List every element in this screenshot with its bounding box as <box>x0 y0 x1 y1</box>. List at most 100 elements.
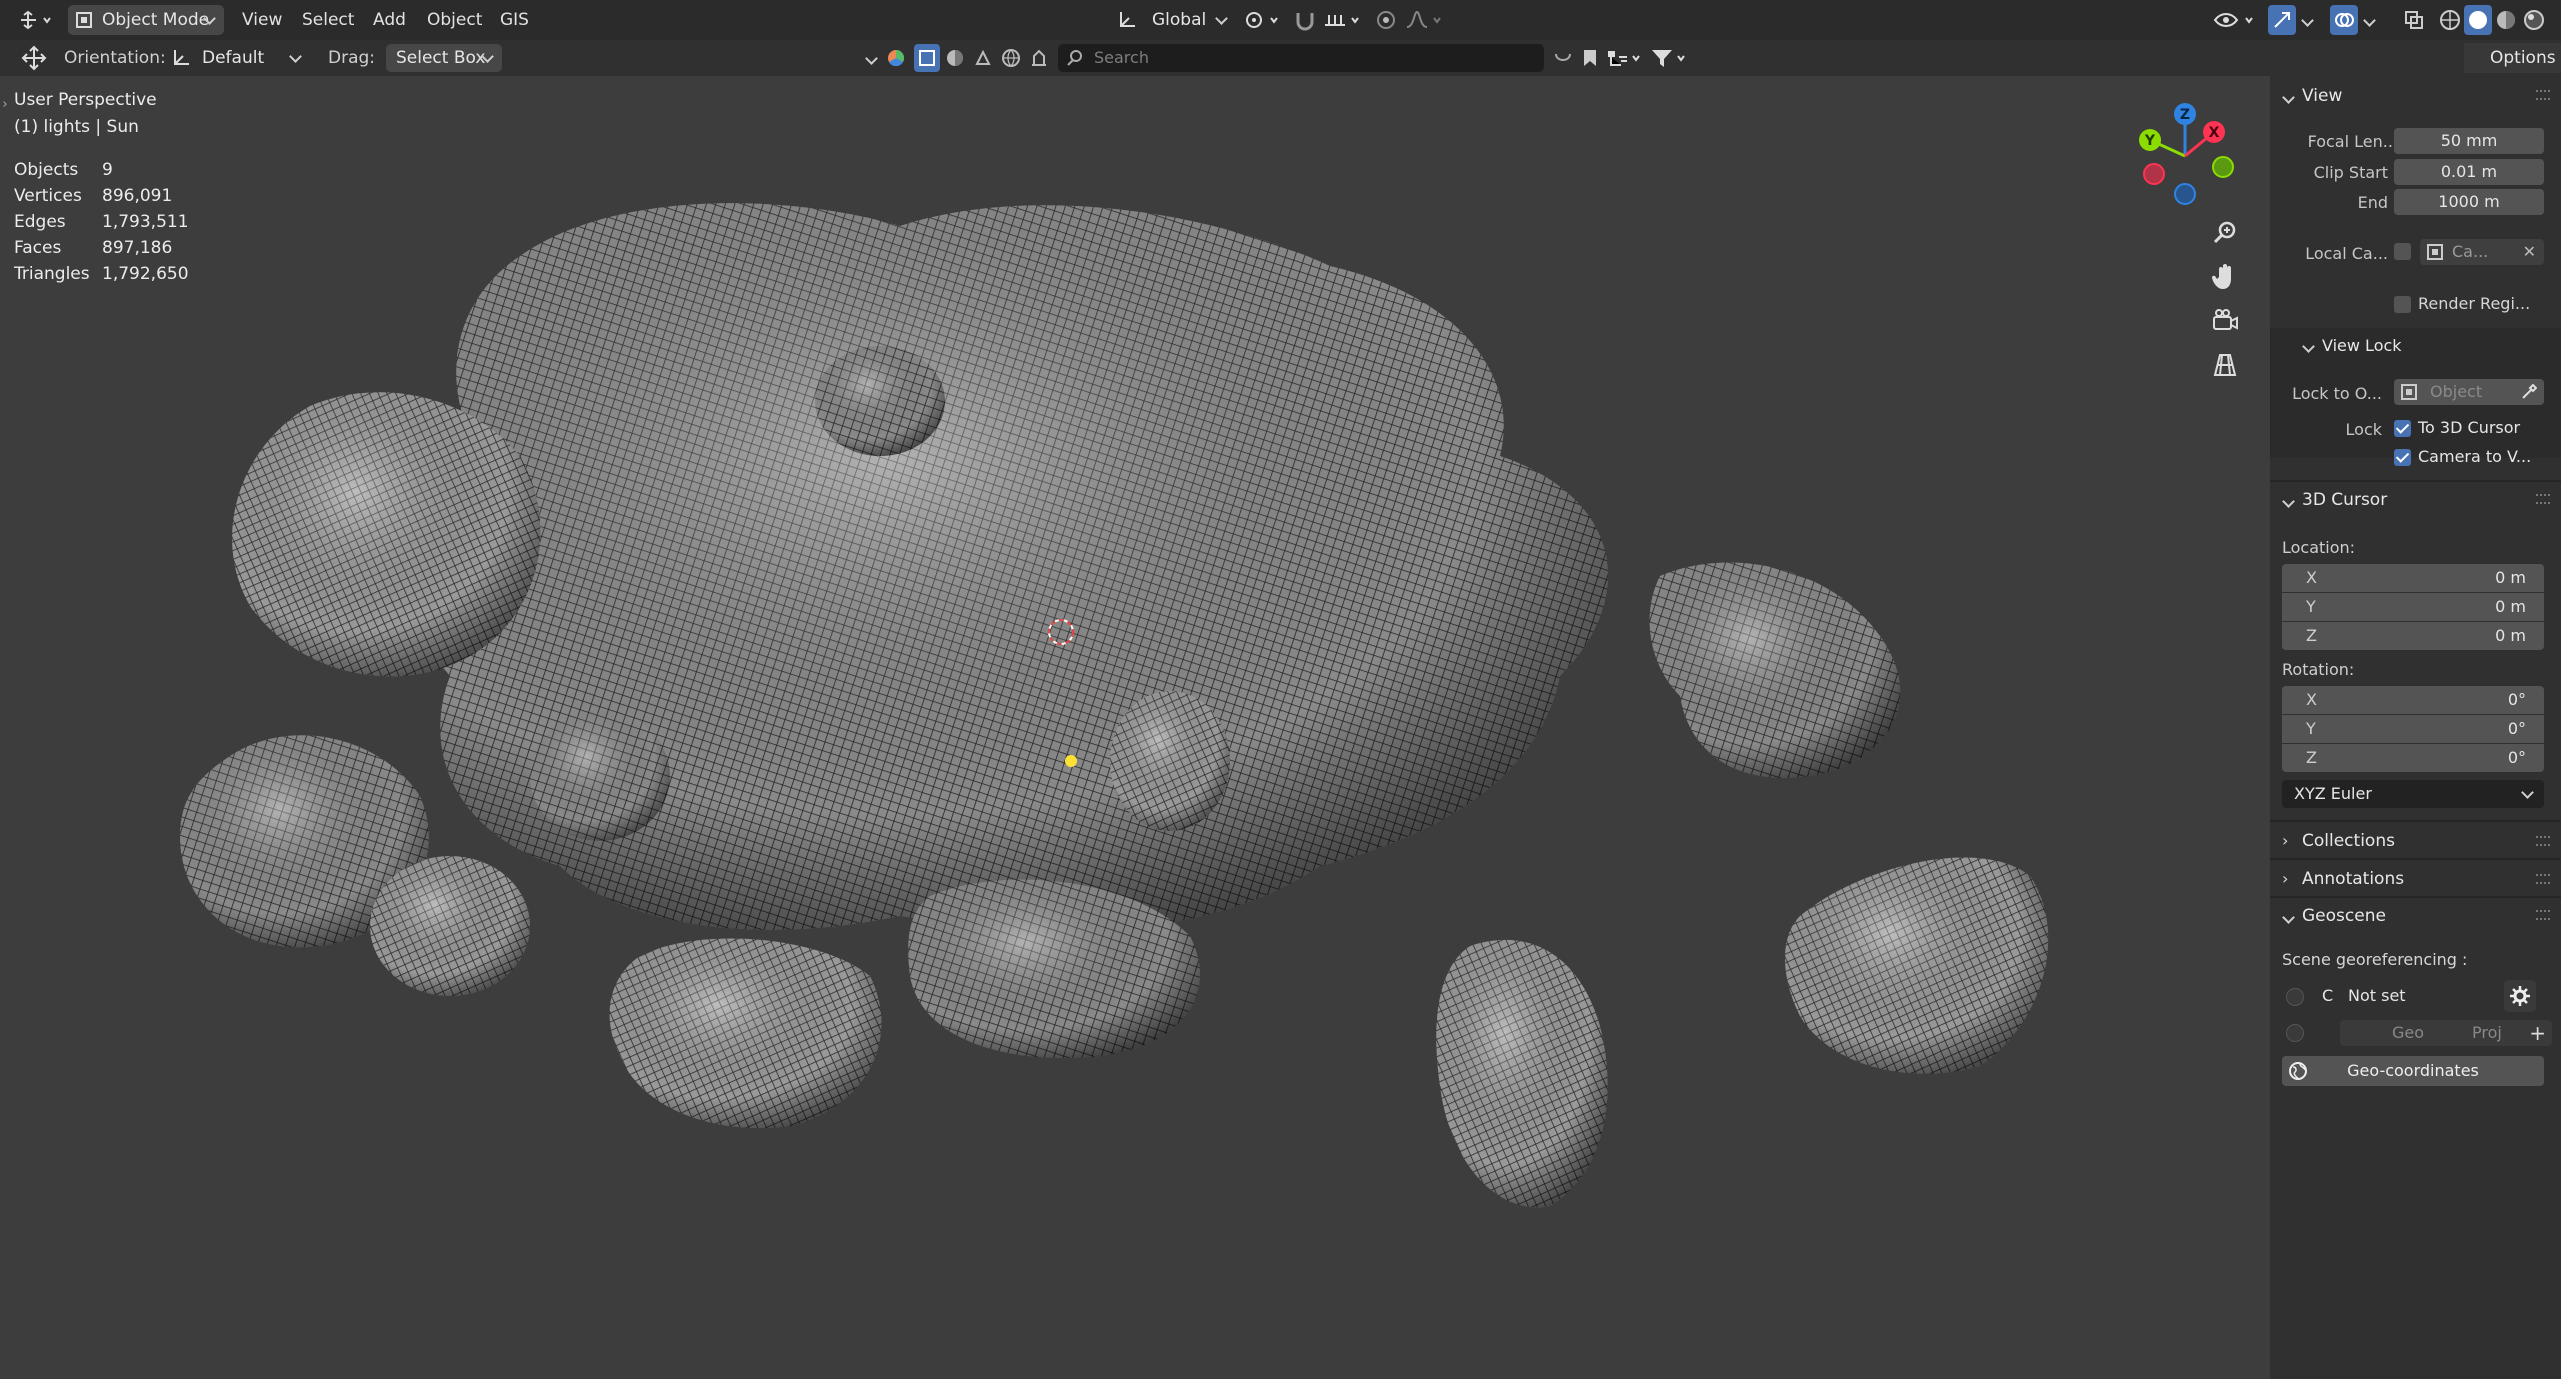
visibility-icon[interactable] <box>2210 6 2260 34</box>
geo-coordinates-button[interactable]: Geo-coordinates <box>2282 1056 2544 1086</box>
georef-status-radio[interactable] <box>2286 988 2304 1006</box>
geoscene-panel-title[interactable]: Geoscene <box>2302 906 2386 926</box>
geo-label[interactable]: Geo <box>2392 1020 2424 1046</box>
wireframe-shading-icon[interactable] <box>2436 6 2464 34</box>
drag-handle-icon[interactable] <box>2536 836 2550 846</box>
mesh-blob-left[interactable] <box>232 392 541 677</box>
mesh-blob-bottom-left[interactable] <box>609 938 882 1128</box>
search-field[interactable]: Search <box>1058 44 1544 72</box>
menu-object[interactable]: Object <box>427 0 482 40</box>
light-filter-icon[interactable] <box>970 46 996 70</box>
xray-icon[interactable] <box>2400 6 2428 34</box>
material-shading-icon[interactable] <box>2492 6 2520 34</box>
world-filter-icon[interactable] <box>998 46 1024 70</box>
chevron-down-icon[interactable] <box>2360 6 2378 34</box>
chevron-right-icon[interactable]: › <box>2282 869 2288 888</box>
local-camera-field[interactable]: Ca... ✕ <box>2420 239 2544 265</box>
eyedropper-icon[interactable] <box>2520 383 2538 401</box>
view-lock-title[interactable]: View Lock <box>2322 336 2402 355</box>
location-x-field[interactable]: X 0 m <box>2282 564 2544 592</box>
menu-view[interactable]: View <box>242 0 282 40</box>
scene-filter-icon[interactable] <box>1026 46 1052 70</box>
mode-dropdown[interactable]: Object Mode <box>68 5 224 35</box>
geo-status-radio[interactable] <box>2286 1024 2304 1042</box>
menu-gis[interactable]: GIS <box>500 0 529 40</box>
mesh-blob-bottom-right[interactable] <box>1436 939 1608 1208</box>
geoscene-collapse-icon[interactable] <box>2282 911 2295 924</box>
object-filter-icon[interactable] <box>914 44 940 72</box>
rendered-shading-icon[interactable] <box>2520 6 2548 34</box>
bookmark-icon[interactable] <box>1578 46 1602 70</box>
clip-end-field[interactable]: 1000 m <box>2394 189 2544 215</box>
local-camera-checkbox[interactable] <box>2394 243 2411 260</box>
clip-start-field[interactable]: 0.01 m <box>2394 159 2544 185</box>
add-icon[interactable]: + <box>2529 1020 2546 1046</box>
mesh-ball-center[interactable] <box>1110 691 1230 831</box>
drag-handle-icon[interactable] <box>2536 90 2550 100</box>
navigation-gizmo[interactable]: Z Y X <box>2120 96 2250 216</box>
rotation-z-field[interactable]: Z 0° <box>2282 744 2544 772</box>
menu-add[interactable]: Add <box>373 0 406 40</box>
filter-toggle-icon[interactable] <box>1550 46 1576 70</box>
snap-icon[interactable] <box>1290 6 1320 34</box>
falloff-icon[interactable] <box>1402 6 1446 34</box>
camera-to-view-checkbox[interactable] <box>2394 449 2411 466</box>
drag-handle-icon[interactable] <box>2536 494 2550 504</box>
location-z-field[interactable]: Z 0 m <box>2282 622 2544 650</box>
zoom-icon[interactable] <box>2208 216 2242 250</box>
pivot-point-icon[interactable] <box>1240 6 1284 34</box>
scene-meshes[interactable] <box>0 76 2270 1379</box>
collections-panel-title[interactable]: Collections <box>2302 831 2395 851</box>
color-picker-icon[interactable] <box>884 46 908 70</box>
cursor-collapse-icon[interactable] <box>2282 495 2295 508</box>
chevron-down-icon[interactable] <box>862 46 880 70</box>
gear-icon[interactable] <box>2504 980 2536 1012</box>
clear-icon[interactable]: ✕ <box>2523 239 2536 265</box>
rotation-mode-dropdown[interactable]: XYZ Euler <box>2282 780 2544 808</box>
pan-hand-icon[interactable] <box>2208 260 2242 294</box>
gizmo-neg-y[interactable] <box>2212 156 2234 178</box>
drag-handle-icon[interactable] <box>2536 874 2550 884</box>
chevron-down-icon[interactable] <box>2298 6 2316 34</box>
rotation-y-field[interactable]: Y 0° <box>2282 715 2544 743</box>
view-panel-title[interactable]: View <box>2302 86 2342 106</box>
menu-select[interactable]: Select <box>302 0 354 40</box>
overlays-icon[interactable] <box>2330 5 2358 35</box>
lock-to-object-field[interactable]: Object <box>2394 379 2544 405</box>
rotation-x-field[interactable]: X 0° <box>2282 686 2544 714</box>
render-region-checkbox[interactable] <box>2394 296 2411 313</box>
gizmo-neg-x[interactable] <box>2143 163 2165 185</box>
display-mode-icon[interactable] <box>1604 46 1644 70</box>
lock-to-cursor-checkbox[interactable] <box>2394 420 2411 437</box>
editor-type-icon[interactable] <box>14 6 58 34</box>
mesh-blob-far-right[interactable] <box>1785 857 2049 1074</box>
camera-view-icon[interactable] <box>2208 304 2242 338</box>
location-y-field[interactable]: Y 0 m <box>2282 593 2544 621</box>
proj-label[interactable]: Proj <box>2472 1020 2502 1046</box>
perspective-toggle-icon[interactable] <box>2208 348 2242 382</box>
proportional-editing-icon[interactable] <box>1372 6 1400 34</box>
chevron-right-icon[interactable]: › <box>2282 831 2288 850</box>
mesh-ball-top[interactable] <box>815 346 945 456</box>
mesh-ball-left[interactable] <box>370 856 530 996</box>
annotations-panel-title[interactable]: Annotations <box>2302 869 2404 889</box>
3d-viewport[interactable]: › User Perspective (1) lights | Sun Obje… <box>0 76 2270 1379</box>
light-origin-dot[interactable] <box>1065 755 1077 767</box>
filter-icon[interactable] <box>1648 46 1692 70</box>
mesh-blob-right[interactable] <box>1649 562 1901 778</box>
cursor-panel-title[interactable]: 3D Cursor <box>2302 490 2387 510</box>
solid-shading-icon[interactable] <box>2464 5 2492 35</box>
gizmo-toggle-icon[interactable] <box>2268 5 2296 35</box>
orientation-dropdown[interactable]: Default <box>168 44 308 72</box>
gizmo-neg-z[interactable] <box>2174 183 2196 205</box>
options-button[interactable]: Options <box>2464 43 2561 73</box>
focal-length-field[interactable]: 50 mm <box>2394 128 2544 154</box>
transform-orientation-dropdown[interactable]: Global <box>1112 5 1230 35</box>
material-filter-icon[interactable] <box>942 46 968 70</box>
mesh-ball-mid[interactable] <box>530 711 670 841</box>
drag-dropdown[interactable]: Select Box <box>386 44 502 72</box>
snap-target-icon[interactable] <box>1320 6 1364 34</box>
transform-tool-icon[interactable] <box>18 44 50 72</box>
drag-handle-icon[interactable] <box>2536 910 2550 920</box>
view-collapse-icon[interactable] <box>2282 91 2295 104</box>
